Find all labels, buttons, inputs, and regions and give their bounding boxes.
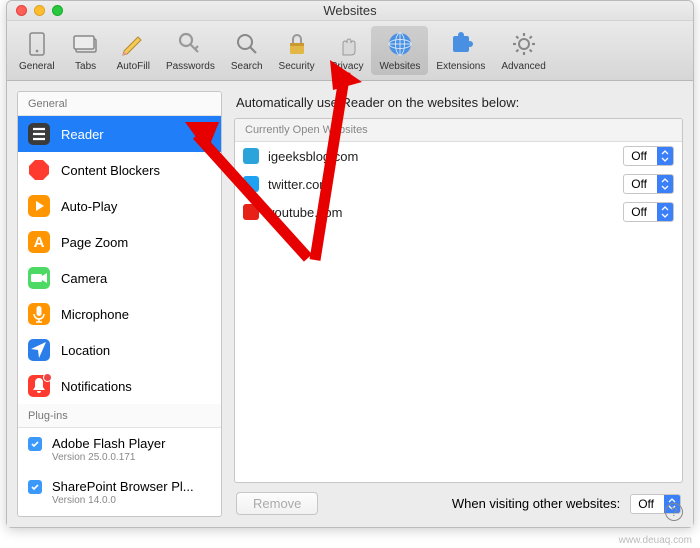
favicon-icon bbox=[243, 148, 259, 164]
window-title: Websites bbox=[323, 3, 376, 18]
minimize-icon[interactable] bbox=[34, 5, 45, 16]
preferences-toolbar: GeneralTabsAutoFillPasswordsSearchSecuri… bbox=[7, 21, 693, 81]
toolbar-autofill[interactable]: AutoFill bbox=[109, 26, 158, 75]
sidebar: General ReaderContent BlockersAuto-PlayA… bbox=[17, 91, 222, 517]
zoom-icon[interactable] bbox=[52, 5, 63, 16]
sidebar-item-auto-play[interactable]: Auto-Play bbox=[18, 188, 221, 224]
bell-icon bbox=[28, 375, 50, 397]
toolbar-extensions[interactable]: Extensions bbox=[428, 26, 493, 75]
pencil-icon bbox=[118, 29, 148, 59]
sidebar-item-reader[interactable]: Reader bbox=[18, 116, 221, 152]
zoom-icon: A bbox=[28, 231, 50, 253]
remove-button[interactable]: Remove bbox=[236, 492, 318, 515]
gear-icon bbox=[509, 29, 539, 59]
play-icon bbox=[28, 195, 50, 217]
help-icon[interactable]: ? bbox=[665, 503, 683, 521]
sidebar-item-page-zoom[interactable]: APage Zoom bbox=[18, 224, 221, 260]
favicon-icon bbox=[243, 176, 259, 192]
camera-icon bbox=[28, 267, 50, 289]
reader-select[interactable]: Off bbox=[623, 146, 674, 166]
traffic-lights bbox=[16, 5, 63, 16]
plugin-row[interactable]: Adobe Flash PlayerVersion 25.0.0.171 bbox=[18, 428, 221, 471]
watermark: www.deuaq.com bbox=[619, 535, 692, 546]
toolbar-tabs[interactable]: Tabs bbox=[63, 26, 109, 75]
sidebar-item-content-blockers[interactable]: Content Blockers bbox=[18, 152, 221, 188]
chevron-updown-icon bbox=[657, 202, 673, 222]
sidebar-item-camera[interactable]: Camera bbox=[18, 260, 221, 296]
favicon-icon bbox=[243, 204, 259, 220]
toolbar-passwords[interactable]: Passwords bbox=[158, 26, 223, 75]
svg-text:A: A bbox=[34, 234, 45, 251]
website-row[interactable]: twitter.comOff bbox=[235, 170, 682, 198]
main-heading: Automatically use Reader on the websites… bbox=[234, 91, 683, 118]
toolbar-search[interactable]: Search bbox=[223, 26, 271, 75]
reader-select[interactable]: Off bbox=[623, 174, 674, 194]
sidebar-section-general: General bbox=[18, 92, 221, 116]
puzzle-icon bbox=[446, 29, 476, 59]
loc-icon bbox=[28, 339, 50, 361]
reader-icon bbox=[28, 123, 50, 145]
sidebar-item-location[interactable]: Location bbox=[18, 332, 221, 368]
checkbox-icon[interactable] bbox=[28, 437, 42, 451]
blocker-icon bbox=[28, 159, 50, 181]
chevron-updown-icon bbox=[657, 146, 673, 166]
key-icon bbox=[175, 29, 205, 59]
close-icon[interactable] bbox=[16, 5, 27, 16]
hand-icon bbox=[332, 29, 362, 59]
toolbar-privacy[interactable]: Privacy bbox=[323, 26, 372, 75]
search-icon bbox=[232, 29, 262, 59]
toolbar-websites[interactable]: Websites bbox=[371, 26, 428, 75]
toolbar-advanced[interactable]: Advanced bbox=[493, 26, 553, 75]
footer-label: When visiting other websites: bbox=[452, 496, 620, 511]
switch-icon bbox=[22, 29, 52, 59]
sidebar-item-microphone[interactable]: Microphone bbox=[18, 296, 221, 332]
lock-icon bbox=[282, 29, 312, 59]
sidebar-section-plugins: Plug-ins bbox=[18, 404, 221, 428]
websites-list: Currently Open Websites igeeksblog.comOf… bbox=[234, 118, 683, 483]
reader-select[interactable]: Off bbox=[623, 202, 674, 222]
main-panel: Automatically use Reader on the websites… bbox=[222, 91, 683, 517]
globe-icon bbox=[385, 29, 415, 59]
title-bar: Websites bbox=[7, 1, 693, 21]
chevron-updown-icon bbox=[657, 174, 673, 194]
website-row[interactable]: youtube.comOff bbox=[235, 198, 682, 226]
plugin-row[interactable]: SharePoint Browser Pl...Version 14.0.0 bbox=[18, 471, 221, 514]
website-row[interactable]: igeeksblog.comOff bbox=[235, 142, 682, 170]
checkbox-icon[interactable] bbox=[28, 480, 42, 494]
list-header: Currently Open Websites bbox=[235, 119, 682, 142]
sidebar-item-notifications[interactable]: Notifications bbox=[18, 368, 221, 404]
tab-icon bbox=[71, 29, 101, 59]
toolbar-general[interactable]: General bbox=[11, 26, 63, 75]
mic-icon bbox=[28, 303, 50, 325]
toolbar-security[interactable]: Security bbox=[271, 26, 323, 75]
